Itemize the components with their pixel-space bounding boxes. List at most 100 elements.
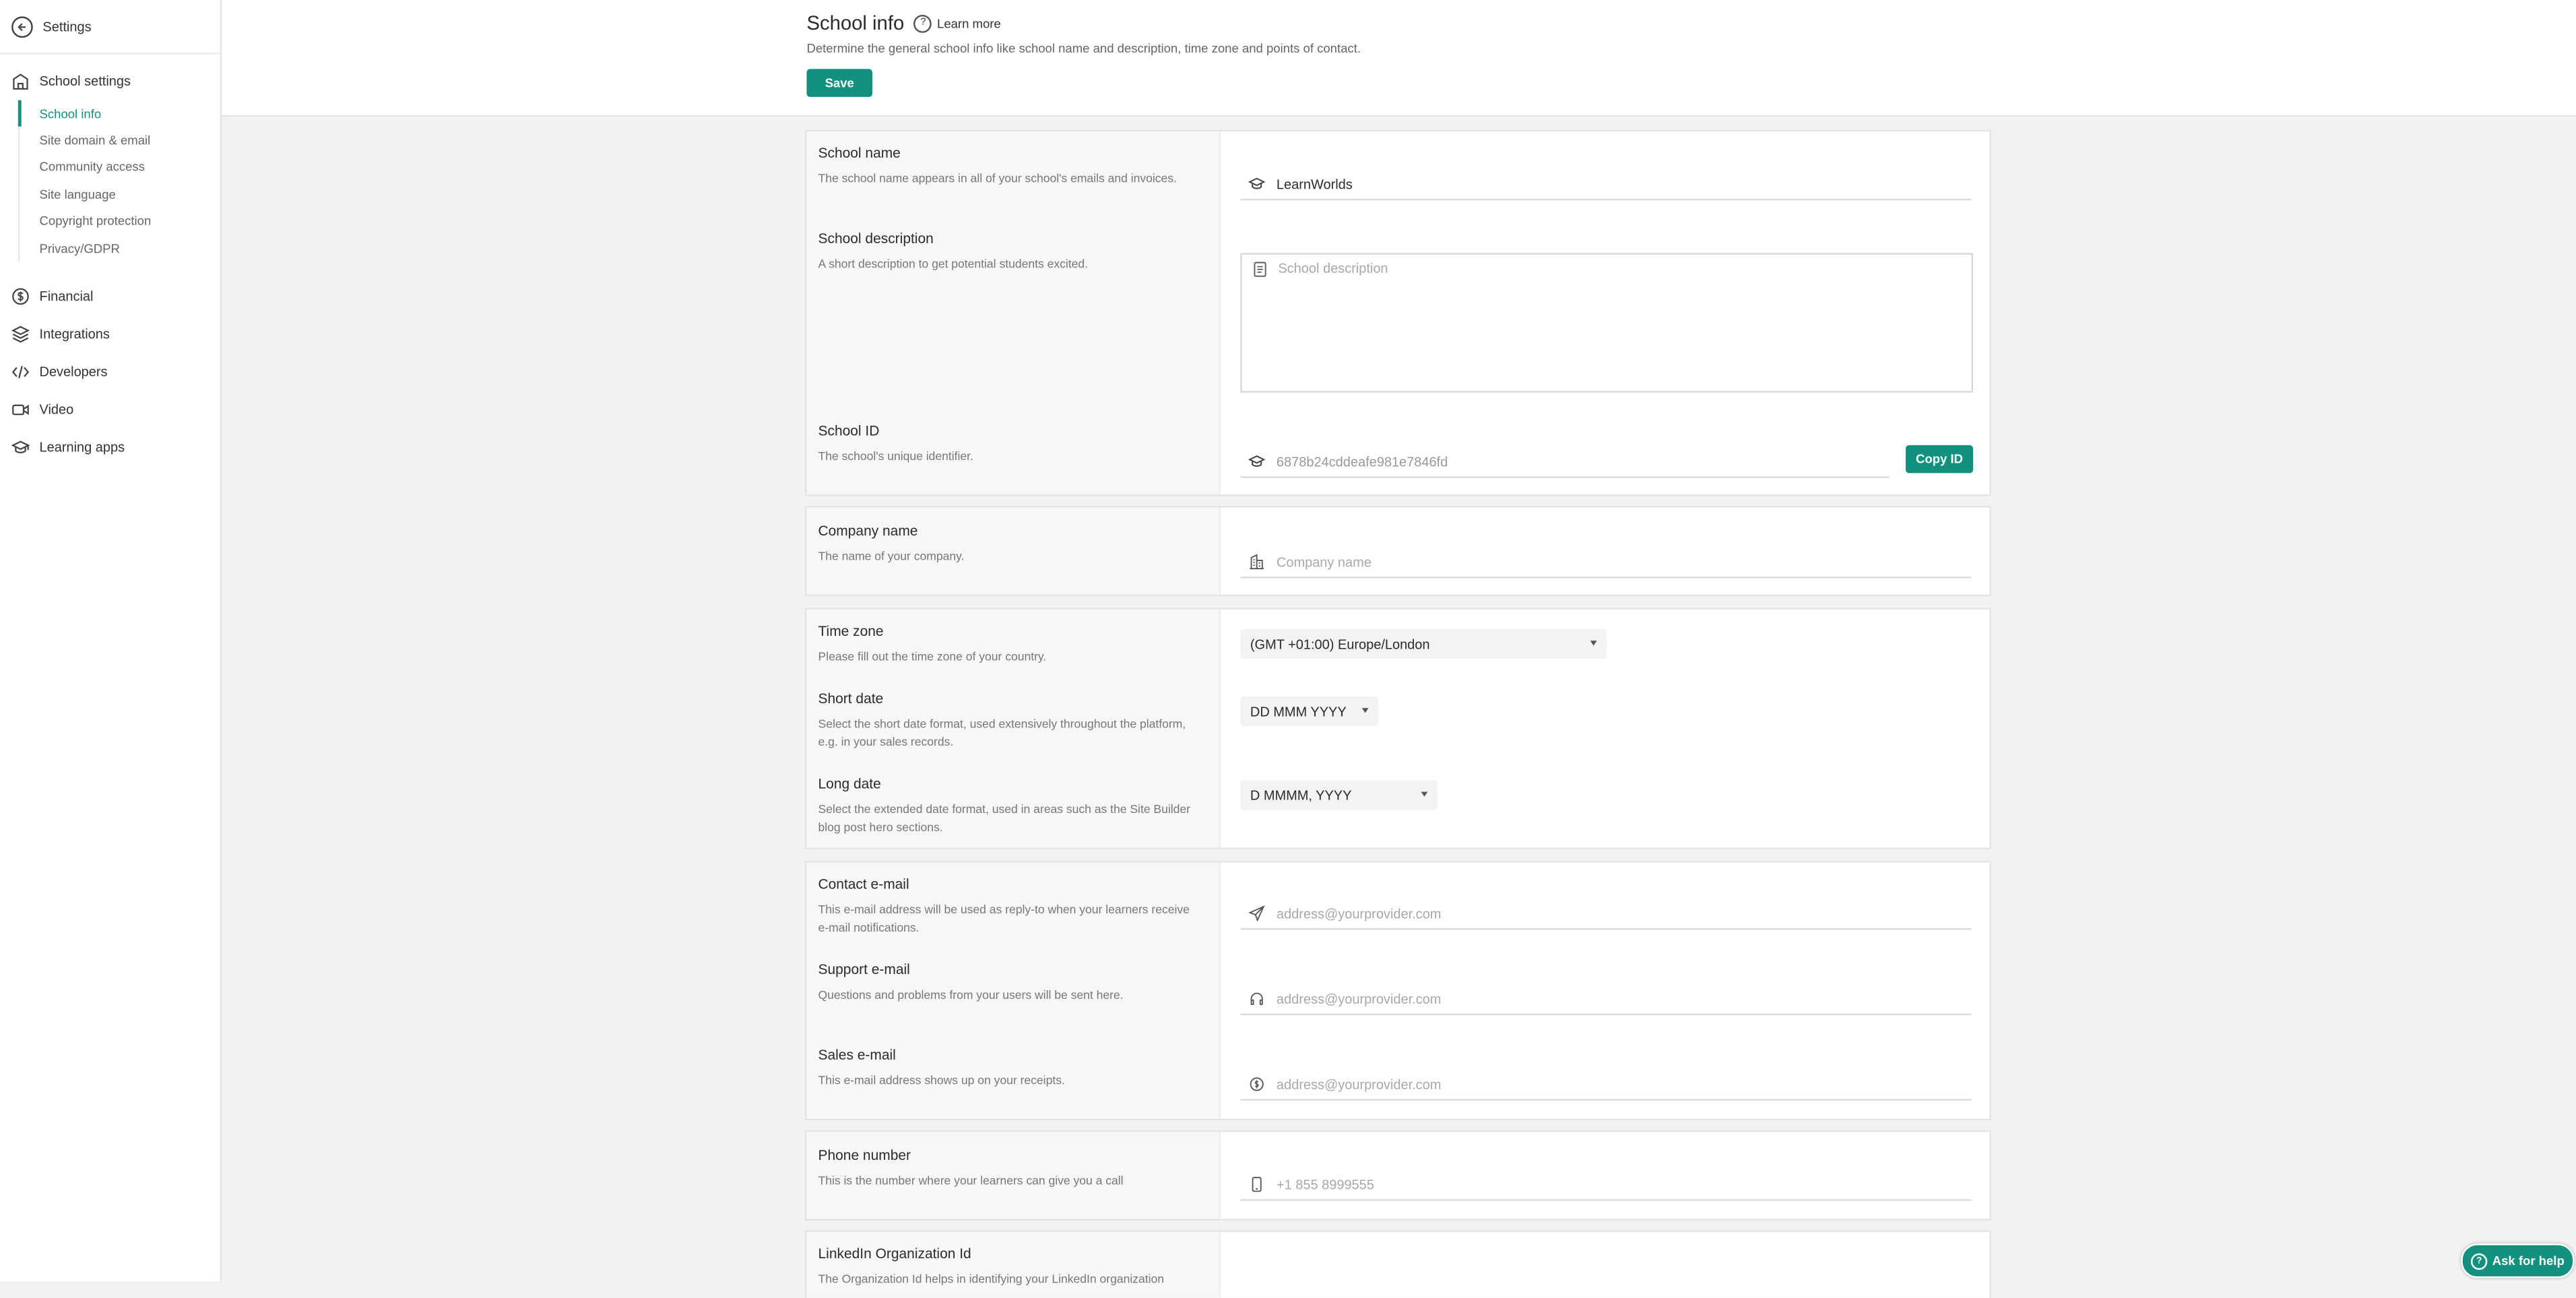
school-id-field [1240,447,1890,478]
sidebar: Settings School settings School info Sit… [0,0,222,1282]
company-card: Company name The name of your company. [805,506,1991,597]
phone-number-field [1240,1169,1972,1201]
help-circle-icon: ? [2471,1252,2488,1269]
sidebar-item-privacy[interactable]: Privacy/GDPR [20,235,220,262]
sidebar-group-financial[interactable]: Financial [0,278,220,316]
company-name-description: The name of your company. [818,548,965,564]
sidebar-group-video[interactable]: Video [0,391,220,429]
chevron-down-icon [1361,708,1369,713]
sidebar-group-label: Video [39,403,74,418]
phone-number-input[interactable] [1276,1177,1868,1192]
support-email-description: Questions and problems from your users w… [818,987,1124,1002]
support-email-label: Support e-mail [818,961,910,978]
ask-for-help-label: Ask for help [2492,1253,2565,1268]
sales-email-label: Sales e-mail [818,1046,896,1063]
page-subtitle: Determine the general school info like s… [806,40,1361,56]
phone-number-description: This is the number where your learners c… [818,1173,1124,1188]
graduation-cap-icon [1248,176,1265,192]
short-date-description: Select the short date format, used exten… [818,716,1186,749]
dollar-icon [11,288,30,306]
company-name-field [1240,547,1972,579]
building-icon [1248,554,1264,570]
sidebar-group-school-settings[interactable]: School settings [0,66,220,96]
sidebar-group-developers[interactable]: Developers [0,354,220,391]
school-description-help: A short description to get potential stu… [818,256,1089,271]
time-zone-select[interactable]: (GMT +01:00) Europe/London [1240,629,1607,659]
school-id-description: The school's unique identifier. [818,448,973,463]
time-zone-label: Time zone [818,622,884,639]
school-name-field [1240,169,1972,201]
back-to-settings[interactable]: Settings [0,0,220,55]
chevron-down-icon [1590,641,1597,646]
school-description-label: School description [818,230,934,247]
support-email-input[interactable] [1276,991,1868,1006]
sidebar-group-label: Integrations [39,327,110,343]
school-building-icon [11,71,30,90]
school-id-input[interactable] [1276,454,1868,469]
learn-more-label: Learn more [937,15,1001,31]
sidebar-group-label: Developers [39,365,108,381]
sidebar-item-site-domain[interactable]: Site domain & email [20,127,220,154]
short-date-label: Short date [818,690,884,707]
sidebar-group-learning-apps[interactable]: Learning apps [0,429,220,467]
phone-number-label: Phone number [818,1146,911,1163]
school-description-field [1240,253,1973,393]
long-date-label: Long date [818,775,881,792]
linkedin-id-description: The Organization Id helps in identifying… [818,1271,1165,1287]
school-id-label: School ID [818,422,880,439]
send-icon [1248,905,1265,922]
document-icon [1252,261,1268,278]
long-date-select[interactable]: D MMMM, YYYY [1240,780,1438,810]
contact-email-description: This e-mail address will be used as repl… [818,901,1190,935]
school-name-description: The school name appears in all of your s… [818,170,1177,186]
sidebar-item-school-info[interactable]: School info [18,100,220,127]
sales-email-field [1240,1070,1972,1101]
linkedin-card: LinkedIn Organization Id The Organizatio… [805,1230,1991,1298]
code-icon [11,364,30,382]
chevron-down-icon [1421,791,1428,797]
copy-id-button[interactable]: Copy ID [1905,445,1973,474]
sidebar-item-copyright[interactable]: Copyright protection [20,208,220,235]
contact-emails-card: Contact e-mail This e-mail address will … [805,860,1991,1121]
page-header: School info ? Learn more Determine the g… [222,0,2576,117]
long-date-description: Select the extended date format, used in… [818,802,1191,835]
time-zone-value: (GMT +01:00) Europe/London [1250,637,1430,651]
video-camera-icon [11,401,30,420]
school-name-input[interactable] [1276,176,1868,192]
page-title: School info [806,11,905,35]
back-label: Settings [42,19,92,34]
back-arrow-icon [11,15,33,37]
company-name-label: Company name [818,522,918,539]
short-date-value: DD MMM YYYY [1250,704,1347,719]
support-email-field [1240,984,1972,1016]
settings-page: Settings School settings School info Sit… [0,0,2576,1298]
school-identity-card: School name The school name appears in a… [805,129,1991,496]
contact-email-input[interactable] [1276,905,1868,921]
headset-icon [1248,991,1264,1007]
sidebar-group-label: Learning apps [39,441,125,456]
school-name-label: School name [818,144,901,161]
sidebar-item-community-access[interactable]: Community access [20,154,220,181]
sidebar-group-label: Financial [39,290,94,305]
currency-icon [1248,1076,1264,1092]
learn-more-link[interactable]: ? Learn more [913,13,1001,32]
sidebar-group-integrations[interactable]: Integrations [0,316,220,354]
help-circle-icon: ? [913,13,932,32]
ask-for-help-button[interactable]: ? Ask for help [2461,1243,2575,1278]
time-settings-card: Time zone Please fill out the time zone … [805,608,1991,849]
school-description-input[interactable] [1278,261,1952,380]
sidebar-item-site-language[interactable]: Site language [20,181,220,208]
short-date-select[interactable]: DD MMM YYYY [1240,696,1379,726]
long-date-value: D MMMM, YYYY [1250,787,1352,803]
graduation-cap-icon [11,439,30,457]
phone-card: Phone number This is the number where yo… [805,1130,1991,1221]
sidebar-group-label: School settings [39,73,131,88]
mobile-phone-icon [1248,1176,1264,1192]
company-name-input[interactable] [1276,554,1868,570]
save-button[interactable]: Save [806,69,872,97]
time-zone-description: Please fill out the time zone of your co… [818,649,1047,664]
school-settings-subnav: School info Site domain & email Communit… [18,100,220,262]
sales-email-input[interactable] [1276,1076,1868,1092]
graduation-cap-icon [1248,453,1265,469]
layers-icon [11,326,30,344]
